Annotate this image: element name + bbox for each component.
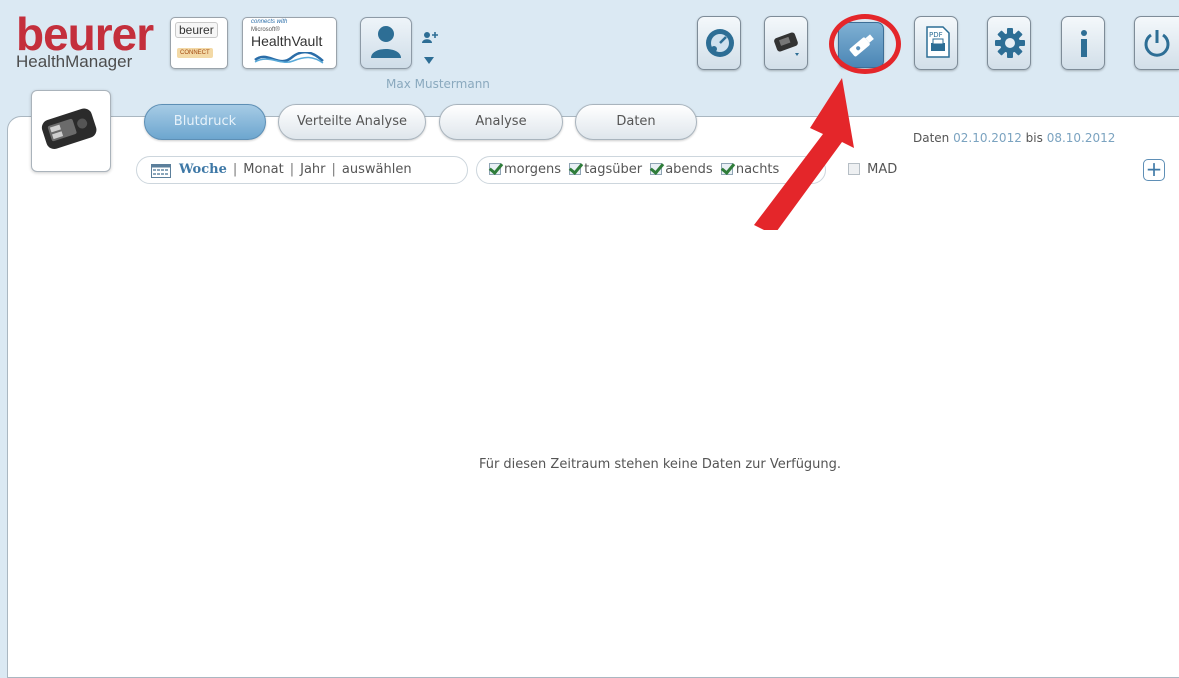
connect-badge-label: CONNECT	[177, 48, 213, 58]
tab-verteilte-analyse[interactable]: Verteilte Analyse	[278, 104, 426, 140]
abends-label: abends	[665, 162, 713, 177]
add-entry-button[interactable]: +	[1143, 159, 1165, 181]
wrist-monitor-icon	[774, 32, 799, 56]
healthvault-wave-icon	[254, 52, 324, 64]
connect-badge-brand: beurer	[175, 22, 218, 38]
pdf-export-button[interactable]: PDF	[914, 16, 958, 70]
abends-checkbox[interactable]	[650, 163, 663, 175]
user-profile-button[interactable]	[360, 17, 412, 69]
healthvault-badge[interactable]: connects with Microsoft® HealthVault	[242, 17, 337, 69]
blood-pressure-monitor-icon	[41, 108, 97, 149]
add-user-icon[interactable]	[421, 30, 441, 46]
date-range-to[interactable]: 08.10.2012	[1047, 131, 1116, 145]
logo-wordmark: beurer	[16, 8, 154, 60]
beurer-connect-badge[interactable]: beurer CONNECT	[170, 17, 228, 69]
tab-analyse[interactable]: Analyse	[439, 104, 563, 140]
tab-daten[interactable]: Daten	[575, 104, 697, 140]
power-button[interactable]	[1134, 16, 1179, 70]
period-monat[interactable]: Monat	[243, 162, 283, 177]
period-woche[interactable]: Woche	[179, 162, 227, 177]
main-content-panel	[7, 116, 1179, 678]
info-button[interactable]	[1061, 16, 1105, 70]
period-jahr[interactable]: Jahr	[300, 162, 325, 177]
empty-state-message: Für diesen Zeitraum stehen keine Daten z…	[478, 457, 842, 472]
date-range: Daten 02.10.2012 bis 08.10.2012	[913, 131, 1115, 145]
tagsueber-label: tagsüber	[584, 162, 643, 177]
user-icon	[371, 26, 401, 58]
device-card[interactable]	[31, 90, 111, 172]
settings-button[interactable]	[987, 16, 1031, 70]
period-selector: Woche | Monat | Jahr | auswählen	[136, 156, 468, 184]
gear-icon	[995, 28, 1025, 58]
beurer-logo: beurer HealthManager	[16, 8, 154, 71]
user-dropdown-arrow-icon[interactable]	[424, 57, 434, 64]
gauge-icon	[706, 29, 734, 57]
user-name: Max Mustermann	[386, 77, 490, 91]
mad-label: MAD	[867, 162, 898, 177]
healthvault-connects-with: connects with	[251, 19, 288, 25]
pdf-icon: PDF	[926, 26, 950, 58]
period-auswaehlen[interactable]: auswählen	[342, 162, 412, 177]
tagsueber-checkbox[interactable]	[569, 163, 582, 175]
annotation-arrow-icon	[754, 78, 854, 230]
power-icon	[1144, 30, 1170, 57]
date-range-from[interactable]: 02.10.2012	[953, 131, 1022, 145]
info-icon	[1081, 30, 1087, 57]
svg-text:PDF: PDF	[929, 31, 943, 39]
tab-blutdruck[interactable]: Blutdruck	[144, 104, 266, 140]
calendar-icon[interactable]	[151, 164, 171, 178]
date-range-sep: bis	[1025, 131, 1043, 145]
date-range-label: Daten	[913, 131, 950, 145]
morgens-label: morgens	[504, 162, 561, 177]
healthvault-title: HealthVault	[251, 33, 323, 49]
morgens-checkbox[interactable]	[489, 163, 501, 175]
